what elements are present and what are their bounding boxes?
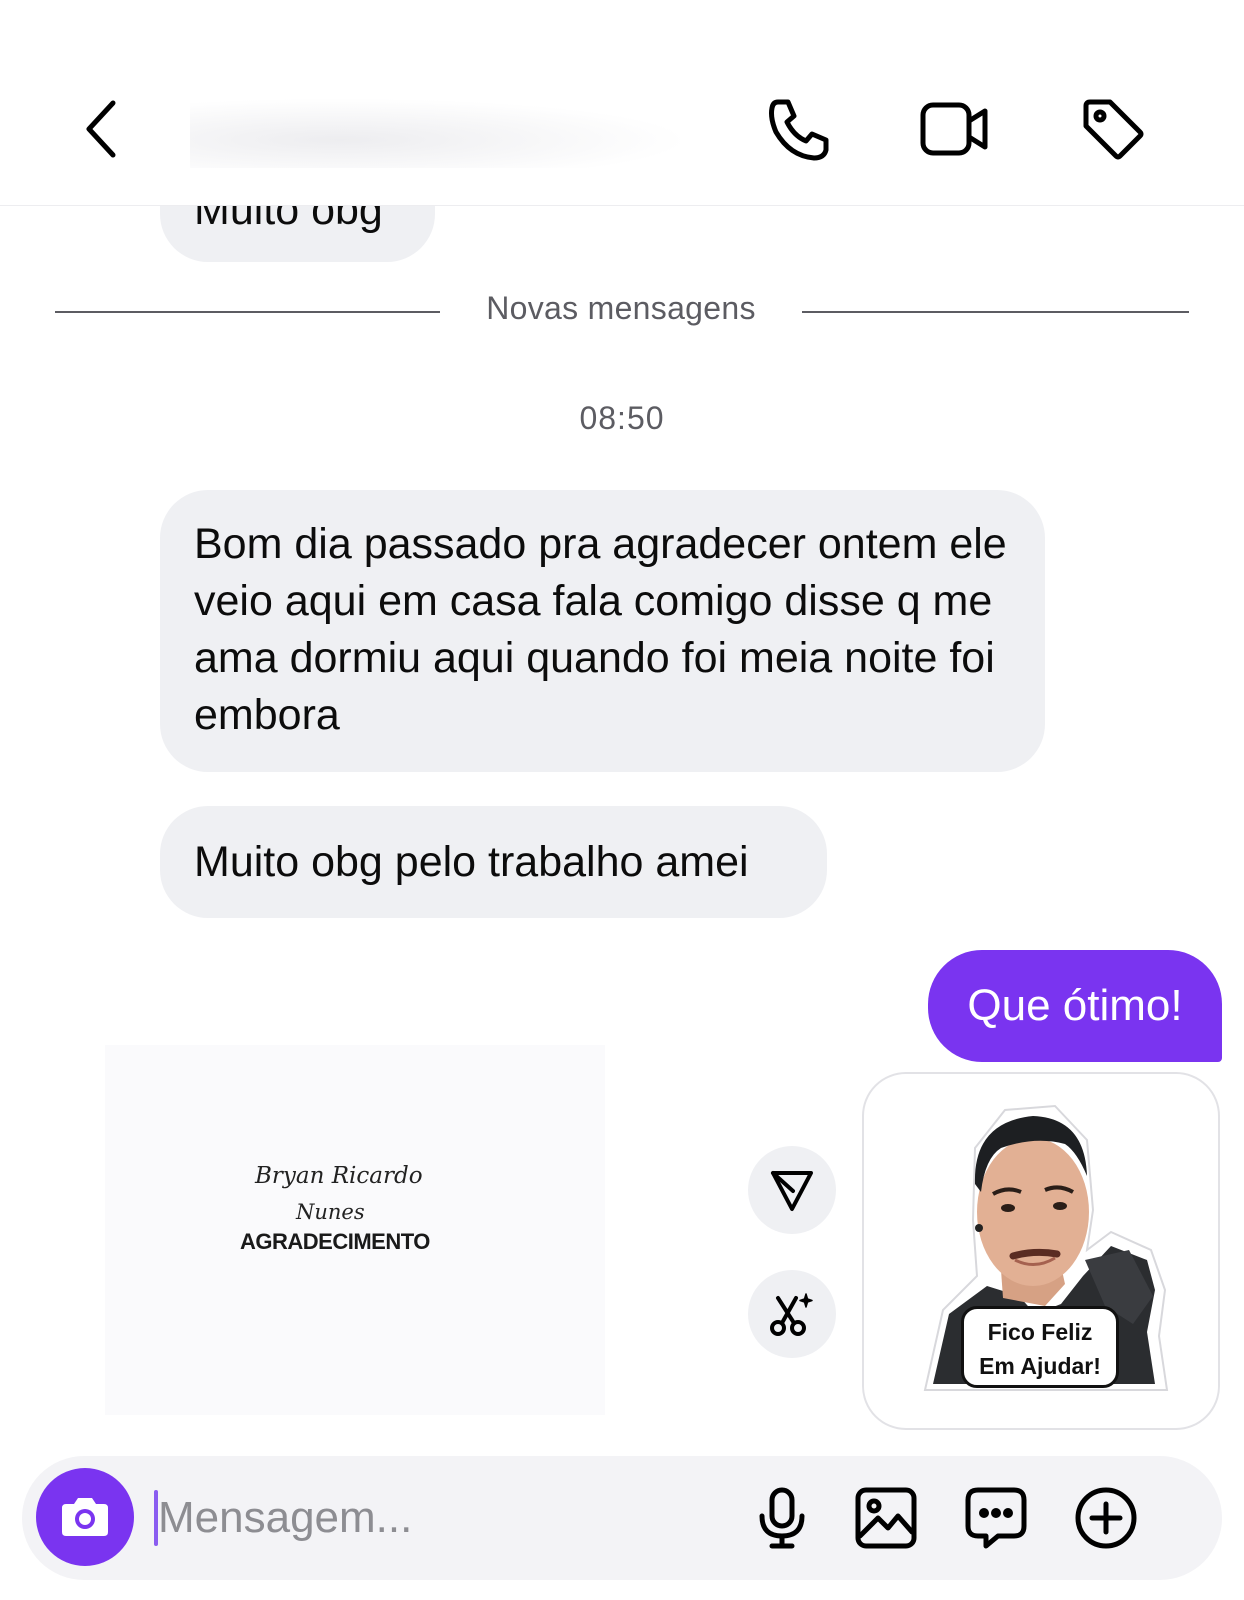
message-timestamp: 08:50 [579,400,665,436]
back-button[interactable] [64,92,138,166]
sticker-chat-icon [965,1487,1027,1549]
sticker-caption-line2: Em Ajudar! [979,1353,1101,1379]
add-icon [1075,1487,1137,1549]
outgoing-message-text: Que ótimo! [967,981,1183,1030]
share-button[interactable] [748,1146,836,1234]
divider-line-right [802,311,1189,313]
incoming-message-text: Muito obg pelo trabalho amei [194,838,749,886]
tag-button[interactable] [1076,92,1150,166]
voice-call-button[interactable] [762,92,836,166]
incoming-message-text: Bom dia passado pra agradecer ontem ele … [194,520,1007,739]
microphone-icon [759,1487,805,1549]
contact-name-blurred [190,98,690,168]
signature-name: Bryan Ricardo [255,1163,423,1189]
outgoing-message-bubble[interactable]: Que ótimo! [928,950,1222,1062]
message-input[interactable] [156,1485,720,1551]
new-messages-divider: Novas mensagens [486,290,756,326]
video-call-button[interactable] [918,92,992,166]
gallery-icon [855,1487,917,1549]
sticker-button[interactable] [964,1486,1028,1550]
camera-icon [62,1498,108,1536]
divider-line-left [55,311,440,313]
voice-message-button[interactable] [750,1486,814,1550]
gallery-button[interactable] [854,1486,918,1550]
video-camera-icon [920,102,988,156]
ai-cutout-button[interactable] [748,1270,836,1358]
ai-scissors-icon [770,1293,813,1336]
signature-surname: Nunes [296,1200,365,1224]
send-icon [771,1171,813,1211]
incoming-message-bubble[interactable]: Bom dia passado pra agradecer ontem ele … [160,490,1045,772]
tag-icon [1083,99,1144,160]
chat-header [0,0,1244,206]
incoming-message-bubble[interactable]: Muito obg pelo trabalho amei [160,806,827,918]
card-title: AGRADECIMENTO [240,1229,430,1254]
sticker-caption: Fico Feliz Em Ajudar! [961,1306,1119,1388]
chevron-left-icon [86,100,116,158]
camera-button[interactable] [36,1468,134,1566]
add-button[interactable] [1074,1486,1138,1550]
phone-icon [769,99,829,161]
sticker-caption-line1: Fico Feliz [987,1319,1093,1345]
